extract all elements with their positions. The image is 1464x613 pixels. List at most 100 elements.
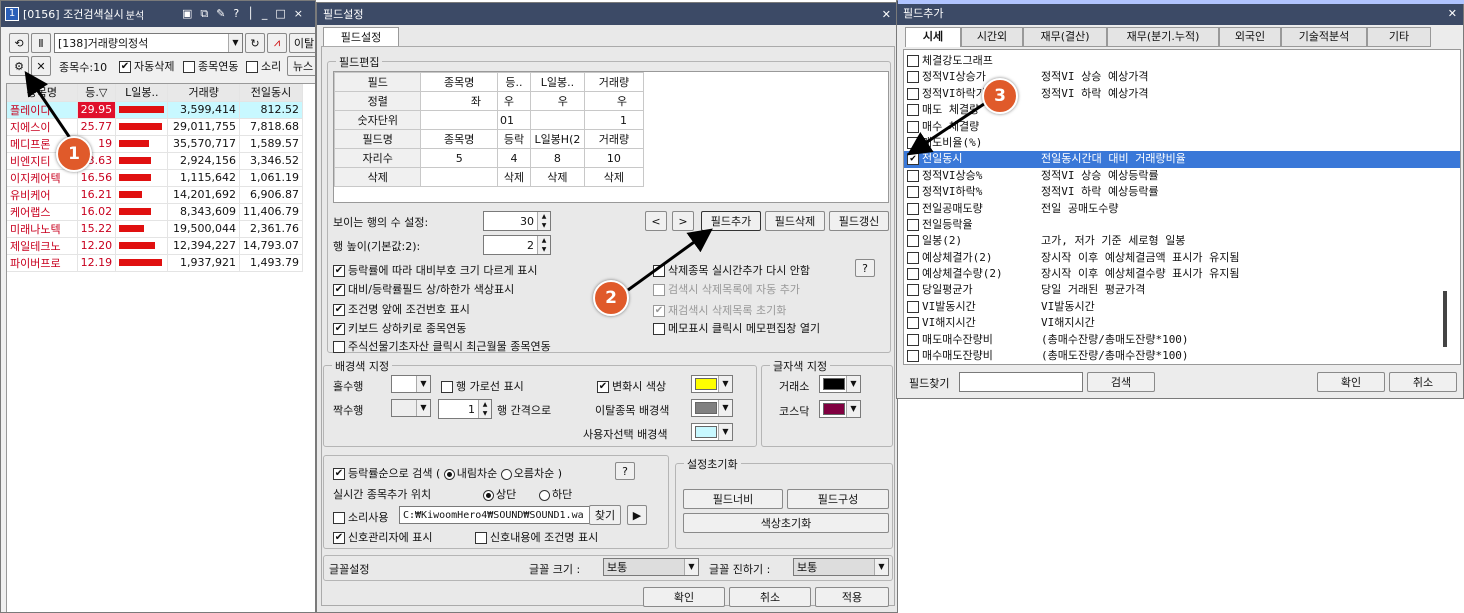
grid-cell[interactable]: 삭제 [583, 167, 645, 187]
field-search-input[interactable] [959, 372, 1083, 392]
refresh-field-button[interactable]: 필드갱신 [829, 211, 889, 231]
grid-cell[interactable]: 8 [529, 148, 585, 168]
grid-cell[interactable]: 삭제 [529, 167, 585, 187]
grid-cell[interactable]: 4 [496, 148, 531, 168]
prev-button[interactable]: < [645, 211, 667, 231]
field-list-item[interactable]: 예상체결수량(2) 장시작 이후 예상체결수량 표시가 유지됨 [904, 266, 1460, 282]
grid-cell[interactable]: 우 [496, 91, 531, 111]
ok-button[interactable]: 확인 [643, 587, 725, 607]
position-bottom-radio[interactable]: 하단 [539, 486, 572, 502]
grid-cell[interactable] [420, 167, 498, 187]
tab-field-settings[interactable]: 필드설정 [323, 27, 399, 47]
position-top-radio[interactable]: 상단 [483, 486, 516, 502]
field-checkbox[interactable] [907, 300, 919, 313]
sort-search-checkbox[interactable]: 등락률순으로 검색 ( 내림차순 오름차순 ) [333, 465, 562, 481]
field-add-ok-button[interactable]: 확인 [1317, 372, 1385, 392]
gear-icon[interactable]: ⚙ [9, 56, 29, 76]
field-checkbox[interactable] [907, 350, 919, 363]
field-list-item[interactable]: VI발동시간 VI발동시간 [904, 299, 1460, 315]
option-futures-link[interactable]: 주식선물기초자산 클릭시 최근월물 종목연동 [333, 338, 551, 354]
grid-cell[interactable]: 거래량 [583, 129, 645, 149]
table-row[interactable]: 파이버프로 12.19 1,937,921 1,493.79 [7, 254, 303, 272]
grid-cell[interactable] [420, 110, 498, 130]
grid-cell[interactable]: 01 [496, 110, 531, 130]
field-list-item[interactable]: 당일평균가 당일 거래된 평균가격 [904, 282, 1460, 298]
sound-path-input[interactable]: C:₩KiwoomHero4₩SOUND₩SOUND1.wa [399, 506, 609, 524]
table-row[interactable]: 플레이디 29.95 3,599,414 812.52 [7, 101, 303, 119]
grid-cell[interactable]: 등.. [496, 72, 531, 92]
pause-icon[interactable]: Ⅱ [31, 33, 51, 53]
grid-cell[interactable]: 종목명 [420, 129, 498, 149]
auto-delete-checkbox[interactable]: 자동삭제 [119, 58, 174, 74]
signal-condition-checkbox[interactable]: 신호내용에 조건명 표시 [475, 529, 598, 545]
table-row[interactable]: 이지케어텍 16.56 1,115,642 1,061.19 [7, 169, 303, 187]
option-memo-edit[interactable]: 메모표시 클릭시 메모편집창 열기 [653, 320, 820, 336]
tab-4[interactable]: 외국인 [1219, 27, 1281, 47]
exit-button[interactable]: 이탈 [289, 33, 315, 53]
grid-cell[interactable]: 우 [583, 91, 645, 111]
tab-1[interactable]: 시간외 [961, 27, 1023, 47]
sound-checkbox[interactable]: 소리 [246, 58, 281, 74]
tab-6[interactable]: 기타 [1367, 27, 1431, 47]
grid-cell[interactable]: L일봉.. [529, 72, 585, 92]
delete-field-button[interactable]: 필드삭제 [765, 211, 825, 231]
field-list-item[interactable]: 매도매수잔량비 (총매수잔량/총매도잔량*100) [904, 332, 1460, 348]
grid-cell[interactable]: 등락 [496, 129, 531, 149]
field-list-item[interactable]: 정적VI하락% 정적VI 하락 예상등락률 [904, 184, 1460, 200]
close-icon[interactable]: ✕ [1448, 7, 1457, 20]
row-lines-checkbox[interactable]: 행 가로선 표시 [441, 378, 524, 394]
odd-row-color[interactable]: ▼ [391, 375, 431, 393]
grid-cell[interactable]: 1 [583, 110, 645, 130]
col-rate[interactable]: 등.▽ [77, 84, 117, 102]
refresh-condition-icon[interactable]: ⟲ [9, 33, 29, 53]
field-checkbox[interactable] [907, 251, 919, 264]
table-row[interactable]: 제일테크노 12.20 12,394,227 14,793.07 [7, 237, 303, 255]
apply-button[interactable]: 적용 [815, 587, 889, 607]
option-limit-color[interactable]: 대비/등락률필드 상/하한가 색상표시 [333, 281, 514, 297]
table-row[interactable]: 메디프론 19 35,570,717 1,589.57 [7, 135, 303, 153]
field-list-item[interactable]: 매도비율(%) [904, 135, 1460, 151]
field-search-button[interactable]: 검색 [1087, 372, 1155, 392]
signal-manager-checkbox[interactable]: 신호관리자에 표시 [333, 529, 432, 545]
help-icon[interactable]: ? [855, 259, 875, 277]
grid-cell[interactable]: L일봉H(2 [529, 129, 585, 149]
kosdaq-color-select[interactable]: ▼ [819, 400, 861, 418]
field-list-item[interactable]: 정적VI상승% 정적VI 상승 예상등락률 [904, 168, 1460, 184]
field-checkbox[interactable] [907, 169, 919, 182]
field-checkbox[interactable] [907, 120, 919, 133]
field-checkbox[interactable] [907, 268, 919, 281]
option-rate-size[interactable]: 등락률에 따라 대비부호 크기 다르게 표시 [333, 262, 538, 278]
grid-cell[interactable]: 좌 [420, 91, 498, 111]
tab-0[interactable]: 시세 [905, 27, 961, 47]
font-size-select[interactable]: 보통 ▼ [603, 558, 699, 576]
row-interval-input[interactable]: 1 ▲ ▼ [438, 399, 492, 419]
row-height-input[interactable]: 2 ▲ ▼ [483, 235, 551, 255]
user-bg-select[interactable]: ▼ [691, 423, 733, 441]
next-button[interactable]: > [672, 211, 694, 231]
grid-cell[interactable] [529, 110, 585, 130]
grid-cell[interactable]: 종목명 [420, 72, 498, 92]
change-color-checkbox[interactable]: 변화시 색상 [597, 378, 666, 394]
field-list-item[interactable]: 매수 체결량 [904, 119, 1460, 135]
field-list-item[interactable]: 일봉(2) 고가, 저가 기준 세로형 일봉 [904, 233, 1460, 249]
even-row-color[interactable]: ▼ [391, 399, 431, 417]
field-checkbox[interactable] [907, 218, 919, 231]
play-button[interactable]: ▶ [627, 505, 647, 525]
col-volume[interactable]: 거래량 [167, 84, 241, 102]
reset-width-button[interactable]: 필드너비 [683, 489, 783, 509]
field-list-item[interactable]: 전일등락율 [904, 217, 1460, 233]
field-list-item[interactable]: 체결강도그래프 [904, 53, 1460, 69]
grid-cell[interactable]: 거래량 [583, 72, 645, 92]
tab-5[interactable]: 기술적분석 [1281, 27, 1367, 47]
option-no-readd[interactable]: 삭제종목 실시간추가 다시 안함 [653, 262, 810, 278]
field-list-item[interactable]: 전일동시 전일동시간대 대비 거래량비율 [904, 151, 1460, 168]
reload-icon[interactable]: ↻ [245, 33, 265, 53]
field-checkbox[interactable] [907, 333, 919, 346]
field-list-item[interactable]: 매수매도잔량비 (총매도잔량/총매수잔량*100) [904, 348, 1460, 364]
reset-color-button[interactable]: 색상초기화 [683, 513, 889, 533]
reset-config-button[interactable]: 필드구성 [787, 489, 889, 509]
grid-cell[interactable]: 우 [529, 91, 585, 111]
window-controls-icons[interactable]: ▣⧉✎?│_□× [182, 7, 311, 21]
table-row[interactable]: 비엔지티 3.63 2,924,156 3,346.52 [7, 152, 303, 170]
option-keyboard-link[interactable]: 키보드 상하키로 종목연동 [333, 320, 466, 336]
